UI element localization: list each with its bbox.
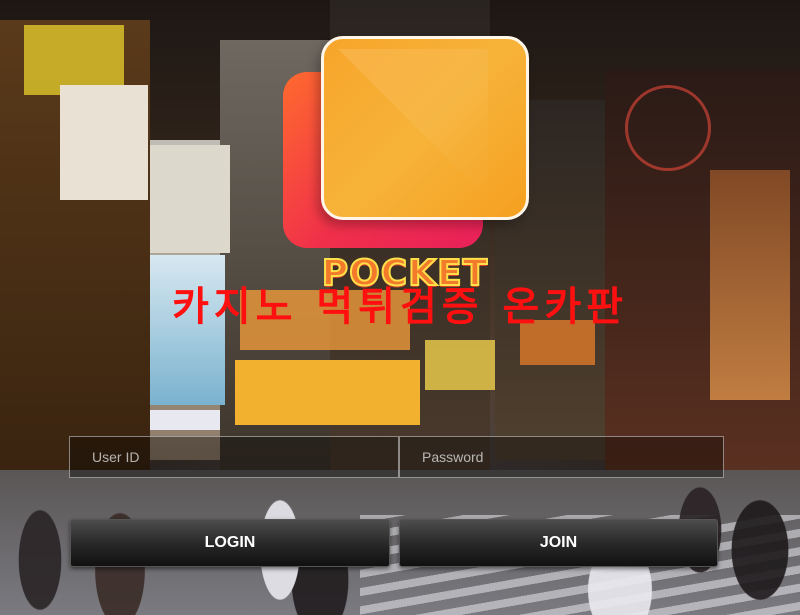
page-headline: 카지노 먹튀검증 온카판: [172, 284, 628, 330]
neon-sign: [235, 360, 420, 425]
pocket-logo-icon: [283, 36, 529, 251]
billboard: [150, 145, 230, 253]
logo-front-square: [321, 36, 529, 220]
login-button[interactable]: LOGIN: [70, 519, 390, 567]
billboard: [60, 85, 148, 200]
neon-sign: [425, 340, 495, 390]
password-input[interactable]: [399, 436, 724, 478]
join-button[interactable]: JOIN: [399, 519, 718, 567]
neon-sign: [625, 85, 711, 171]
billboard: [150, 410, 220, 430]
user-id-input[interactable]: [69, 436, 399, 478]
